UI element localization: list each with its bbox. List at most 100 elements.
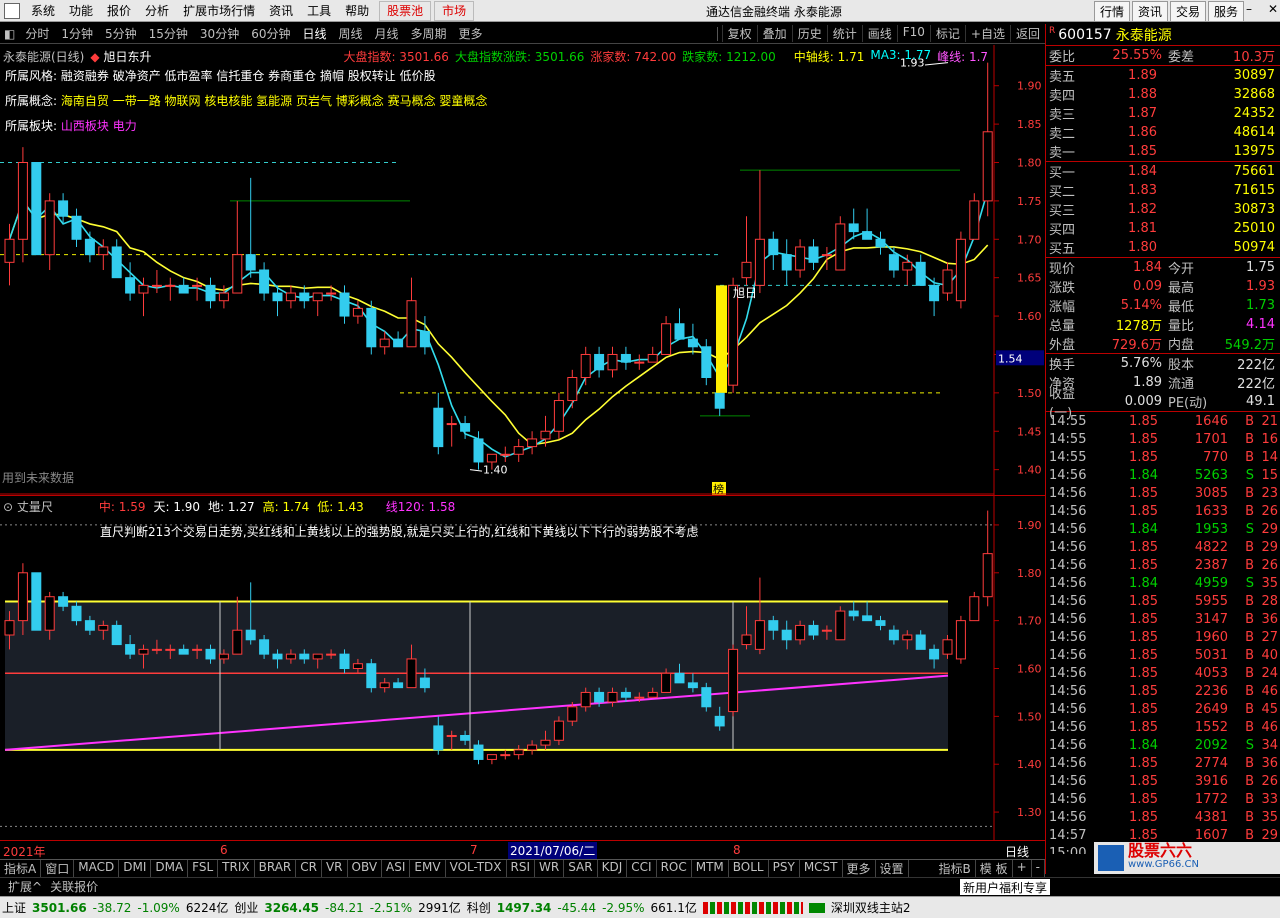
period-10[interactable]: 更多 (453, 25, 489, 42)
top-button-1[interactable]: 资讯 (1131, 1, 1168, 21)
indicator-tab-13[interactable]: VOL-TDX (446, 860, 507, 877)
indicator-tab-16[interactable]: SAR (564, 860, 598, 877)
stock-code: 600157 (1058, 26, 1112, 43)
sh-index: 3501.66 (32, 900, 87, 915)
tool-2[interactable]: 历史 (791, 25, 827, 42)
indicator-tab-0[interactable]: 指标A (0, 860, 42, 877)
server-name[interactable]: 深圳双线主站2 (831, 899, 911, 916)
menu-item-1[interactable]: 功能 (62, 2, 100, 19)
sub-collapse-icon[interactable]: ⊙ (3, 500, 13, 514)
indicator-tab-5[interactable]: FSL (188, 860, 219, 877)
cursor-date: 2021/07/06/二 (508, 842, 598, 859)
indicator-tab-20[interactable]: MTM (692, 860, 729, 877)
close-icon[interactable]: ✕ (1268, 2, 1278, 16)
tick-price: 1.85 (1129, 791, 1158, 807)
candle-body (44, 200, 55, 256)
tool-6[interactable]: 标记 (929, 25, 965, 42)
period-6[interactable]: 日线 (296, 25, 332, 42)
app-logo-icon[interactable] (4, 2, 20, 19)
period-7[interactable]: 周线 (333, 25, 369, 42)
ruler-candle-body (473, 744, 484, 760)
indicator-b-0[interactable]: 指标B (935, 860, 976, 877)
layout-icon[interactable]: ◧ (0, 27, 19, 41)
period-8[interactable]: 月线 (369, 25, 405, 42)
promo-banner[interactable]: 新用户福利专享 (960, 879, 1051, 895)
ruler-candle-body (701, 687, 712, 708)
tool-1[interactable]: 叠加 (756, 25, 792, 42)
top-button-0[interactable]: 行情 (1093, 1, 1130, 21)
top-button-2[interactable]: 交易 (1169, 1, 1206, 21)
indicator-tab-21[interactable]: BOLL (729, 860, 769, 877)
indicator-tab-1[interactable]: 窗口 (41, 860, 75, 877)
tool-5[interactable]: F10 (896, 25, 930, 42)
menu-item-6[interactable]: 工具 (300, 2, 338, 19)
indicator-tab-11[interactable]: ASI (382, 860, 411, 877)
tool-7[interactable]: +自选 (964, 25, 1010, 42)
indicator-tab-9[interactable]: VR (322, 860, 348, 877)
period-3[interactable]: 15分钟 (143, 25, 194, 42)
bid-price: 1.84 (1128, 164, 1157, 179)
indicator-tab-8[interactable]: CR (296, 860, 322, 877)
menu-item-3[interactable]: 分析 (138, 2, 176, 19)
tool-4[interactable]: 画线 (861, 25, 897, 42)
ruler-chart[interactable]: 1.90 1.80 1.70 1.60 1.50 1.40 1.30 (0, 496, 1045, 841)
indicator-tab-17[interactable]: KDJ (598, 860, 628, 877)
indicator-tab-2[interactable]: MACD (74, 860, 120, 877)
indicator-b-3[interactable]: - (1032, 860, 1045, 877)
indicator-tab-19[interactable]: ROC (657, 860, 692, 877)
period-1[interactable]: 1分钟 (55, 25, 99, 42)
indicator-tab-7[interactable]: BRAR (255, 860, 297, 877)
menu-item-0[interactable]: 系统 (24, 2, 62, 19)
period-2[interactable]: 5分钟 (99, 25, 143, 42)
x-axis-mode: 日线 (1005, 845, 1030, 859)
top-button-3[interactable]: 服务 (1207, 1, 1244, 21)
stat-row: 收益(一) 0.009 PE(动) 49.1 (1046, 387, 1280, 421)
stat-label: 流通 (1168, 377, 1195, 392)
indicator-b-1[interactable]: 模 板 (976, 860, 1013, 877)
tick-price: 1.85 (1129, 629, 1158, 645)
ext-tab-0[interactable]: 扩展^ (4, 878, 46, 895)
indicator-tab-14[interactable]: RSI (507, 860, 536, 877)
tick-volume: 2092 (1194, 737, 1228, 753)
indicator-tab-18[interactable]: CCI (627, 860, 657, 877)
menu-item-7[interactable]: 帮助 (338, 2, 376, 19)
menu-item-2[interactable]: 报价 (100, 2, 138, 19)
indicator-tab-15[interactable]: WR (535, 860, 565, 877)
period-5[interactable]: 60分钟 (245, 25, 296, 42)
indicator-tab-22[interactable]: PSY (769, 860, 800, 877)
ruler-candle-body (674, 672, 685, 684)
indicator-tab-25[interactable]: 设置 (876, 860, 909, 877)
period-4[interactable]: 30分钟 (194, 25, 245, 42)
tick-time: 14:56 (1049, 521, 1087, 537)
menu-red-item-1[interactable]: 市场 (434, 0, 475, 21)
period-0[interactable]: 分时 (19, 25, 55, 42)
main-chart[interactable]: 1.901.851.801.751.701.651.601.551.501.45… (0, 45, 1045, 496)
tick-side: B (1245, 665, 1254, 681)
tool-0[interactable]: 复权 (721, 25, 757, 42)
tool-3[interactable]: 统计 (826, 25, 862, 42)
indicator-tab-10[interactable]: OBV (348, 860, 383, 877)
indicator-tab-6[interactable]: TRIX (218, 860, 255, 877)
ruler-candle-body (178, 648, 189, 655)
tick-volume: 5955 (1194, 593, 1228, 609)
indicator-tab-4[interactable]: DMA (151, 860, 189, 877)
tick-row: 14:56 1.85 2649 B 45 (1046, 700, 1280, 718)
minimize-icon[interactable]: – (1246, 2, 1252, 16)
ruler-candle-body (634, 696, 645, 699)
ruler-candle-body (795, 624, 806, 641)
indicator-tab-24[interactable]: 更多 (843, 860, 876, 877)
menu-item-5[interactable]: 资讯 (262, 2, 300, 19)
tool-8[interactable]: 返回 (1009, 25, 1045, 42)
kc-label: 科创 (466, 901, 491, 915)
menu-red-item-0[interactable]: 股票池 (379, 0, 432, 21)
x-label-jul: 7 (470, 843, 478, 857)
menu-item-4[interactable]: 扩展市场行情 (176, 2, 262, 19)
indicator-b-2[interactable]: + (1013, 860, 1032, 877)
indicator-tab-12[interactable]: EMV (410, 860, 446, 877)
tick-volume: 4053 (1194, 665, 1228, 681)
indicator-tab-3[interactable]: DMI (119, 860, 152, 877)
indicator-tab-23[interactable]: MCST (800, 860, 843, 877)
ruler-candle-body (594, 691, 605, 703)
ext-tab-1[interactable]: 关联报价 (46, 878, 102, 895)
period-9[interactable]: 多周期 (405, 25, 453, 42)
